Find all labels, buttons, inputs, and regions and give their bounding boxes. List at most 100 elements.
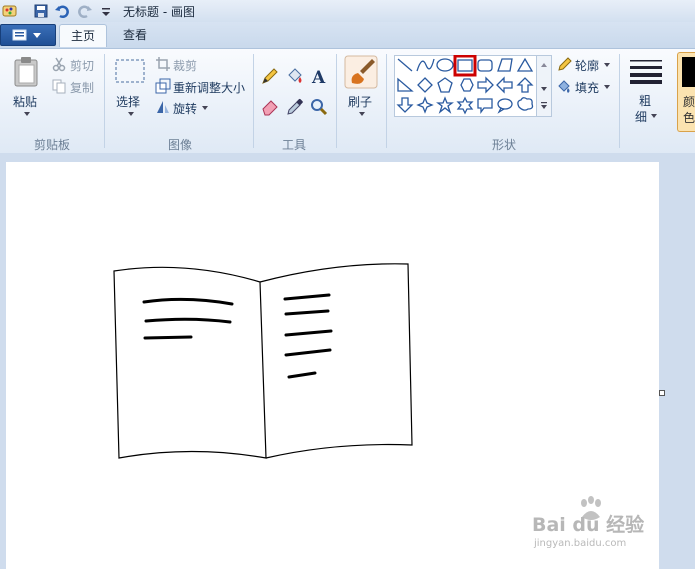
watermark-url: jingyan.baidu.com — [534, 538, 627, 549]
five-point-star-shape-icon[interactable] — [436, 96, 454, 114]
size-label-line2[interactable]: 细 — [635, 108, 647, 125]
tab-view-label: 查看 — [122, 28, 147, 42]
color1-button[interactable]: 颜 色 — [677, 52, 695, 132]
color1-label-line2: 色 — [683, 111, 695, 125]
fill-button[interactable]: 填充 — [575, 79, 599, 96]
cloud-callout-shape-icon[interactable] — [517, 97, 534, 111]
shapes-grid — [396, 55, 534, 115]
text-line — [283, 293, 331, 301]
fill-icon[interactable] — [556, 78, 572, 94]
group-divider — [336, 54, 337, 148]
file-menu-button[interactable] — [0, 24, 56, 46]
fill-bucket-icon[interactable] — [285, 66, 305, 86]
brush-button[interactable]: 刷子 — [348, 93, 372, 110]
down-arrow-shape-icon[interactable] — [396, 97, 414, 113]
rotate-icon[interactable] — [155, 99, 171, 115]
redo-icon[interactable] — [77, 3, 93, 19]
rectangle-shape-icon[interactable] — [457, 59, 473, 72]
shapes-group-label: 形状 — [491, 138, 516, 152]
curve-shape-icon[interactable] — [416, 58, 435, 72]
tools-group-label: 工具 — [281, 138, 306, 152]
group-divider — [386, 54, 387, 148]
hexagon-shape-icon[interactable] — [460, 78, 474, 92]
size-icon[interactable] — [629, 58, 663, 84]
paste-button[interactable]: 粘贴 — [13, 93, 37, 110]
undo-icon[interactable] — [54, 3, 70, 19]
right-triangle-shape-icon[interactable] — [397, 77, 414, 92]
title-bar: 无标题 - 画图 — [0, 0, 695, 23]
gallery-scroll-arrows-icon[interactable] — [539, 60, 549, 112]
magnifier-icon[interactable] — [309, 97, 329, 117]
canvas-resize-handle[interactable] — [659, 390, 665, 396]
customize-toolbar-icon[interactable] — [98, 3, 114, 19]
crop-icon[interactable] — [155, 56, 171, 72]
pencil-icon[interactable] — [260, 66, 280, 86]
book-left-page — [113, 266, 267, 459]
fill-dropdown-icon[interactable] — [603, 83, 611, 91]
text-tool-icon[interactable]: A — [309, 66, 329, 86]
image-group-label: 图像 — [167, 138, 192, 152]
four-point-star-shape-icon[interactable] — [416, 96, 434, 114]
watermark-logo-text: Bai du 经验 — [532, 514, 645, 536]
text-line — [287, 371, 317, 379]
rotate-button[interactable]: 旋转 — [173, 100, 197, 117]
oval-callout-shape-icon[interactable] — [497, 98, 513, 114]
outline-icon[interactable] — [556, 56, 572, 72]
text-line — [284, 309, 330, 316]
tab-home-label: 主页 — [70, 29, 95, 43]
text-line — [144, 317, 232, 324]
clipboard-group-label: 剪贴板 — [33, 138, 70, 152]
oval-shape-icon[interactable] — [436, 58, 454, 72]
paste-icon[interactable] — [13, 56, 41, 88]
size-label-line1[interactable]: 粗 — [639, 92, 651, 109]
tab-view[interactable]: 查看 — [114, 24, 156, 46]
book-drawing — [113, 263, 413, 459]
select-icon[interactable] — [114, 58, 146, 84]
color-picker-icon[interactable] — [285, 97, 305, 117]
triangle-shape-icon[interactable] — [516, 57, 534, 72]
pentagon-shape-icon[interactable] — [437, 77, 453, 93]
diamond-shape-icon[interactable] — [417, 77, 433, 93]
brush-icon[interactable] — [344, 55, 378, 89]
rect-callout-shape-icon[interactable] — [477, 98, 493, 114]
window-title: 无标题 - 画图 — [123, 5, 195, 19]
outline-button[interactable]: 轮廓 — [575, 57, 599, 74]
rotate-dropdown-icon[interactable] — [201, 104, 209, 112]
svg-text:A: A — [311, 68, 326, 86]
group-divider — [253, 54, 254, 148]
line-shape-icon[interactable] — [397, 58, 413, 72]
rounded-rectangle-shape-icon[interactable] — [477, 59, 493, 72]
up-arrow-shape-icon[interactable] — [516, 77, 534, 93]
polygon-shape-icon[interactable] — [497, 58, 513, 72]
six-point-star-shape-icon[interactable] — [456, 96, 474, 115]
right-arrow-shape-icon[interactable] — [477, 76, 494, 94]
copy-icon[interactable] — [51, 78, 67, 94]
left-arrow-shape-icon[interactable] — [496, 76, 513, 94]
resize-button[interactable]: 重新调整大小 — [173, 79, 245, 96]
paste-dropdown-icon[interactable] — [22, 110, 32, 118]
text-line — [142, 297, 234, 306]
cut-button[interactable]: 剪切 — [70, 57, 94, 74]
text-line — [143, 335, 193, 340]
brush-dropdown-icon[interactable] — [357, 110, 367, 118]
color1-label-line1: 颜 — [683, 95, 695, 109]
save-icon[interactable] — [33, 3, 49, 19]
copy-button[interactable]: 复制 — [70, 79, 94, 96]
crop-button[interactable]: 裁剪 — [173, 57, 197, 74]
size-dropdown-icon[interactable] — [650, 112, 658, 120]
group-divider — [619, 54, 620, 148]
shapes-gallery-scrollbar[interactable] — [536, 55, 552, 117]
text-line — [284, 329, 333, 337]
text-line — [284, 348, 332, 357]
color1-swatch — [682, 57, 695, 87]
resize-icon[interactable] — [155, 78, 171, 94]
select-button[interactable]: 选择 — [116, 93, 140, 110]
select-dropdown-icon[interactable] — [126, 110, 136, 118]
paint-app-icon[interactable] — [2, 3, 18, 19]
outline-dropdown-icon[interactable] — [603, 61, 611, 69]
eraser-icon[interactable] — [260, 97, 280, 117]
book-right-page — [259, 263, 413, 459]
scissors-icon[interactable] — [51, 56, 67, 72]
group-divider — [104, 54, 105, 148]
tab-home[interactable]: 主页 — [59, 24, 107, 47]
